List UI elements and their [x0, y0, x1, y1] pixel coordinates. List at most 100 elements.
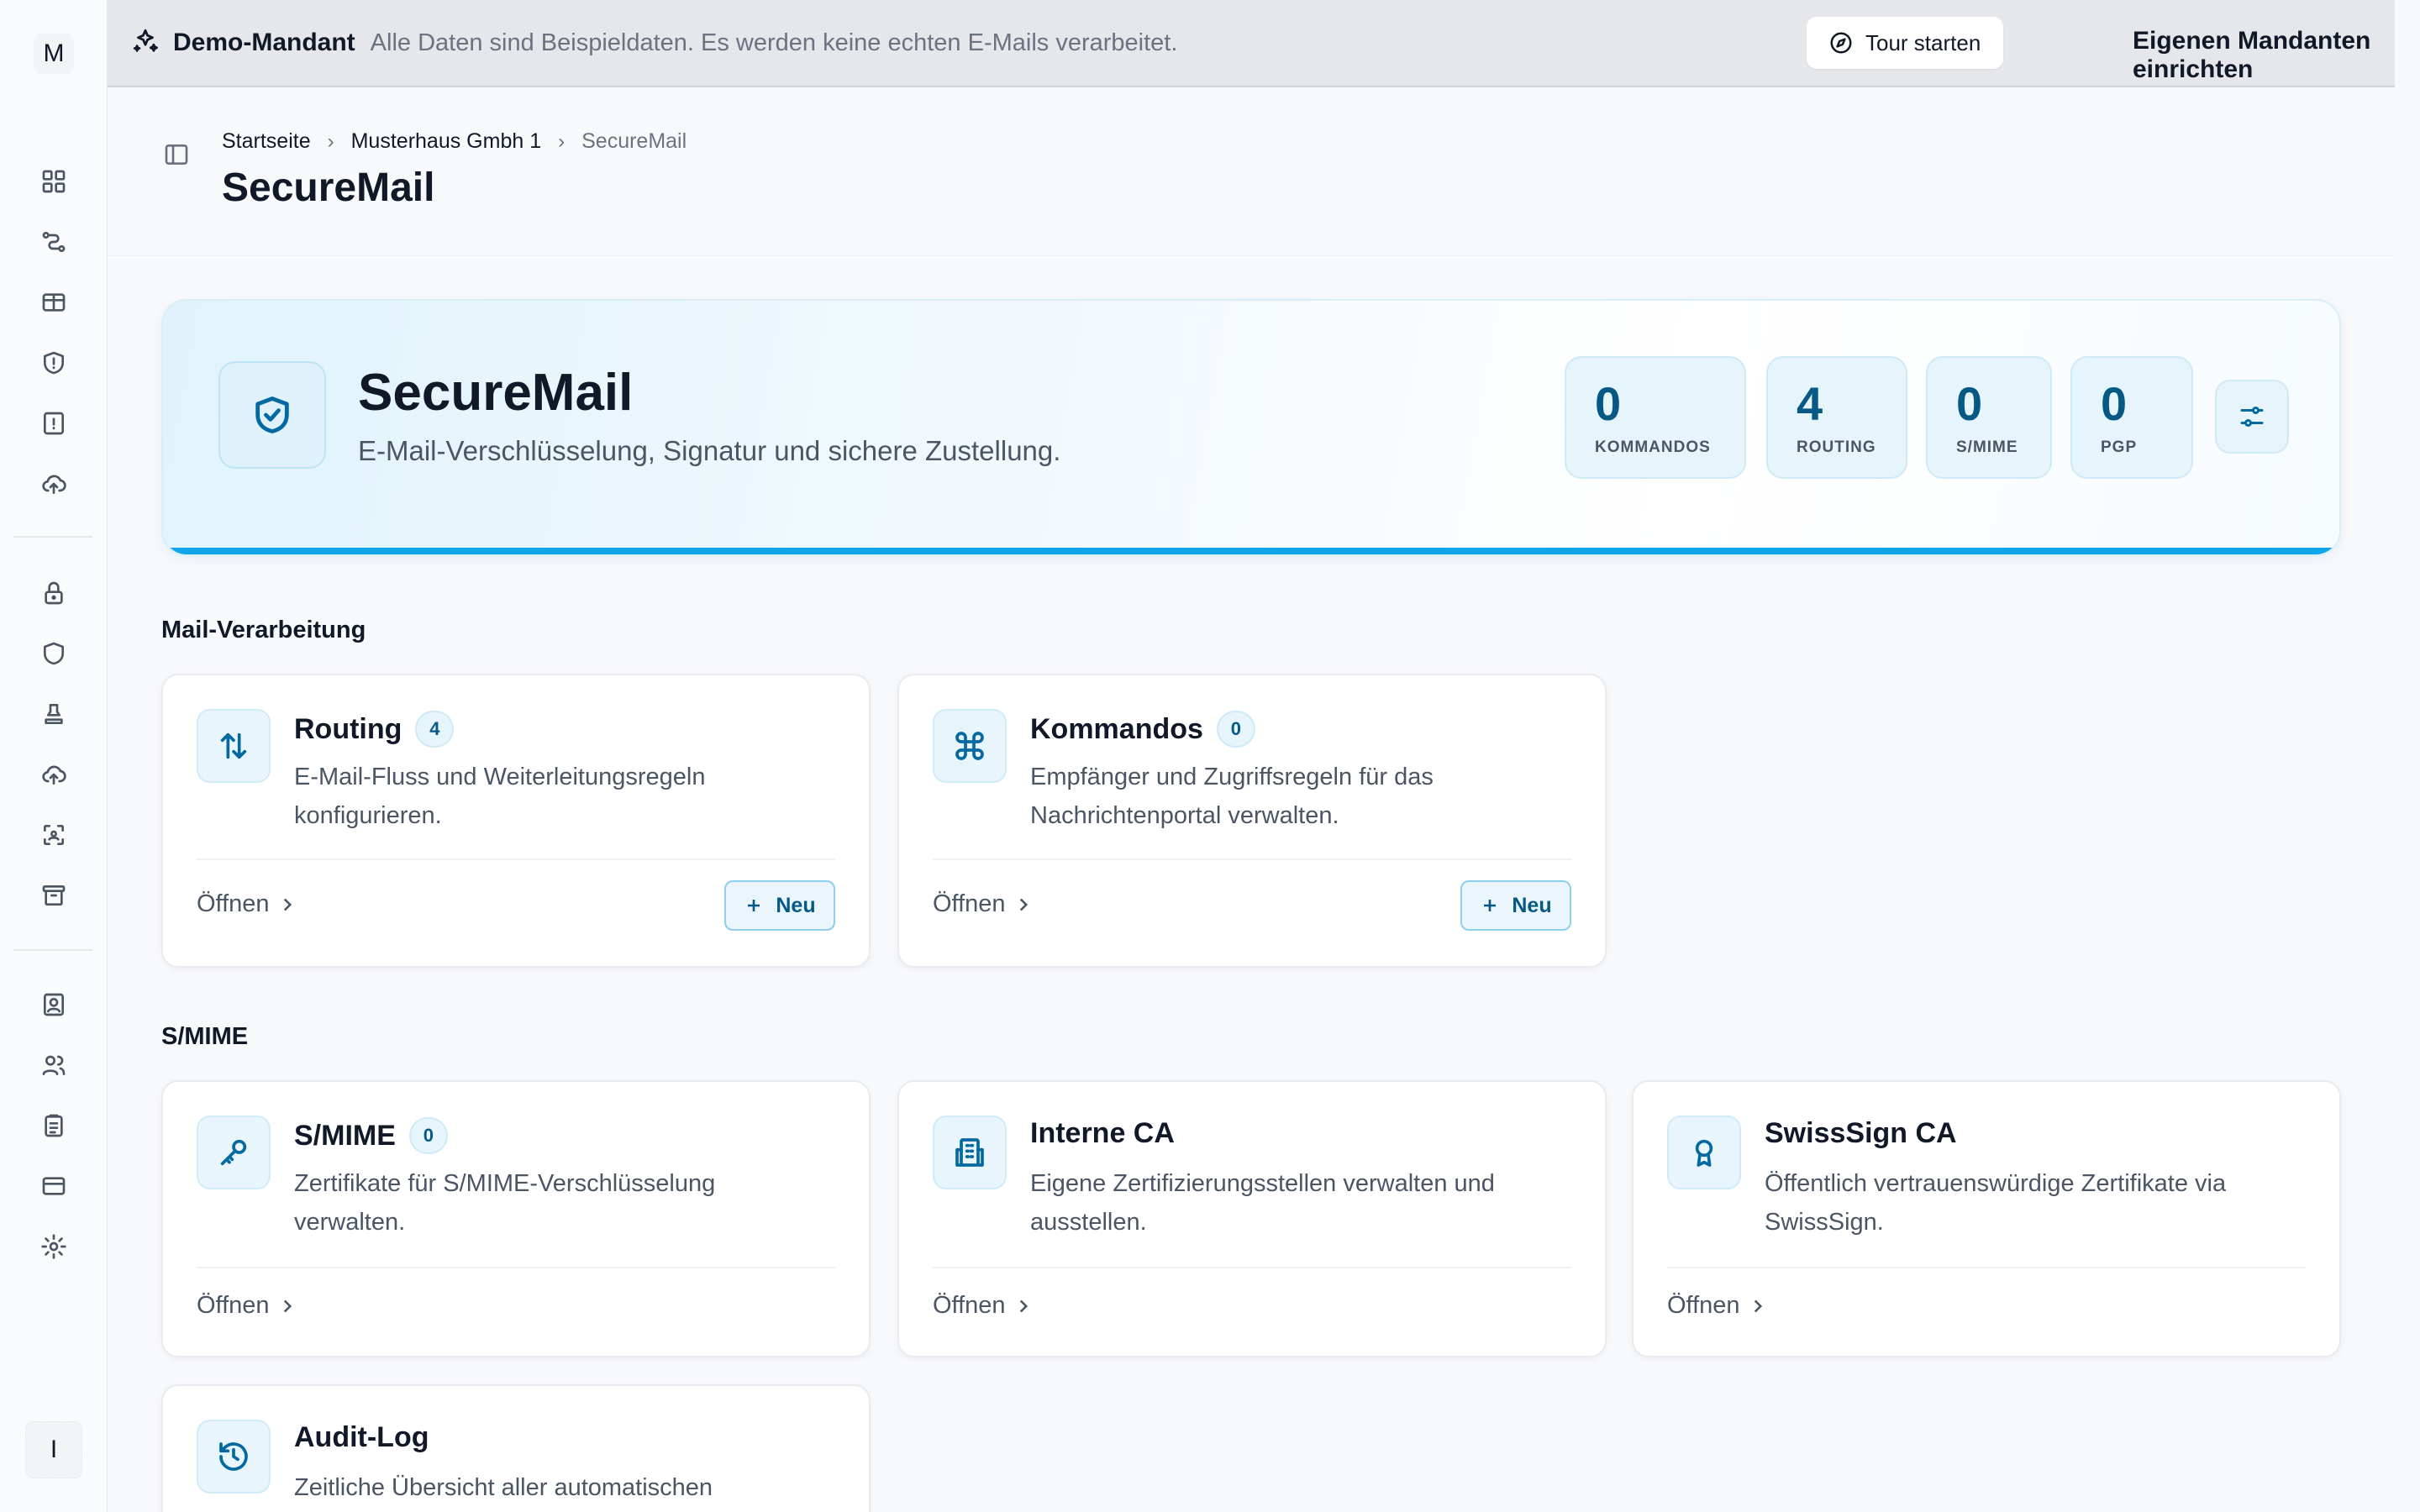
count-badge: 4	[415, 711, 455, 748]
section-title-smime: S/MIME	[161, 1023, 249, 1050]
cloud-sync-icon[interactable]	[37, 758, 71, 791]
stat-value: 0	[2101, 377, 2128, 430]
alert-file-icon[interactable]	[37, 407, 71, 440]
card-title: Routing 4	[294, 711, 455, 748]
open-link[interactable]: Öffnen	[933, 1292, 1034, 1320]
contact-card-icon[interactable]	[37, 988, 71, 1021]
card-description: E-Mail-Fluss und Weiterleitungsregeln ko…	[294, 764, 706, 829]
plus-icon	[1484, 900, 1497, 911]
tenant-logo[interactable]: M	[34, 34, 74, 74]
tour-start-button[interactable]: Tour starten	[1807, 17, 2003, 69]
card-title: S/MIME 0	[294, 1117, 448, 1154]
scan-icon[interactable]	[37, 818, 71, 852]
new-label: Neu	[776, 893, 816, 917]
stat-routing: 4 ROUTING	[1766, 356, 1907, 479]
stat-smime: 0 S/MIME	[1926, 356, 2052, 479]
compass-icon	[1830, 32, 1852, 54]
nav-divider	[13, 536, 92, 538]
stat-pgp: 0 PGP	[2070, 356, 2193, 479]
ticket-icon[interactable]	[37, 286, 71, 319]
stat-label: ROUTING	[1797, 438, 1876, 456]
internal-ca-card[interactable]: Interne CA Eigene Zertifizierungsstellen…	[897, 1080, 1607, 1357]
routing-card[interactable]: Routing 4 E-Mail-Fluss und Weiterleitung…	[161, 674, 871, 968]
card-divider	[197, 858, 835, 860]
filter-settings-icon[interactable]	[2215, 380, 2289, 454]
new-label: Neu	[1512, 893, 1552, 917]
card-title: SwissSign CA	[1765, 1117, 1957, 1150]
hero-accent-bar	[163, 548, 2339, 554]
user-avatar[interactable]: I	[25, 1421, 82, 1478]
archive-icon[interactable]	[37, 879, 71, 912]
count-badge: 0	[408, 1117, 448, 1154]
card-description: Empfänger und Zugriffsregeln für das Nac…	[1030, 764, 1434, 829]
open-label: Öffnen	[197, 890, 270, 917]
users-icon[interactable]	[37, 1048, 71, 1082]
credit-card-icon[interactable]	[37, 1169, 71, 1203]
own-tenant-link[interactable]: Eigenen Mandanten einrichten	[2133, 27, 2395, 84]
new-button[interactable]: Neu	[724, 880, 835, 931]
breadcrumb-current: SecureMail	[581, 129, 687, 153]
swisssign-ca-card[interactable]: SwissSign CA Öffentlich vertrauenswürdig…	[1632, 1080, 2341, 1357]
card-title: Interne CA	[1030, 1117, 1175, 1150]
count-badge: 0	[1216, 711, 1255, 748]
settings-icon[interactable]	[37, 1230, 71, 1263]
key-icon	[197, 1116, 271, 1189]
card-divider	[1667, 1267, 2306, 1268]
stamp-icon[interactable]	[37, 697, 71, 731]
shield-alert-icon[interactable]	[37, 346, 71, 380]
workflow-icon[interactable]	[37, 225, 71, 259]
open-link[interactable]: Öffnen	[197, 1292, 298, 1320]
sparkles-icon	[131, 27, 160, 60]
stat-label: S/MIME	[1956, 438, 2018, 456]
tour-start-label: Tour starten	[1865, 29, 1981, 55]
arrows-up-down-icon	[197, 709, 271, 783]
stat-kommandos: 0 KOMMANDOS	[1565, 356, 1746, 479]
lock-icon[interactable]	[37, 576, 71, 610]
card-divider	[933, 1267, 1571, 1268]
stat-label: KOMMANDOS	[1595, 438, 1711, 456]
open-link[interactable]: Öffnen	[197, 890, 298, 918]
cloud-upload-icon[interactable]	[37, 467, 71, 501]
open-link[interactable]: Öffnen	[933, 890, 1034, 918]
sidebar-toggle-icon[interactable]	[163, 141, 193, 171]
dashboard-icon[interactable]	[37, 165, 71, 198]
chevron-right-icon: ›	[327, 129, 334, 153]
chevron-right-icon	[1754, 1299, 1762, 1312]
stat-value: 4	[1797, 377, 1823, 430]
clipboard-icon[interactable]	[37, 1109, 71, 1142]
new-button[interactable]: Neu	[1460, 880, 1571, 931]
banner-text: Alle Daten sind Beispieldaten. Es werden…	[370, 29, 1178, 56]
stat-value: 0	[1956, 377, 1983, 430]
open-label: Öffnen	[933, 1292, 1006, 1319]
hero-card: SecureMail E-Mail-Verschlüsselung, Signa…	[161, 299, 2341, 556]
stat-value: 0	[1595, 377, 1622, 430]
open-label: Öffnen	[933, 890, 1006, 917]
card-title-text: Interne CA	[1030, 1117, 1175, 1149]
section-title-mail-processing: Mail-Verarbeitung	[161, 617, 366, 643]
card-title-text: Audit-Log	[294, 1421, 429, 1453]
audit-log-card[interactable]: Audit-Log Zeitliche Übersicht aller auto…	[161, 1384, 871, 1512]
breadcrumb-tenant[interactable]: Musterhaus Gmbh 1	[351, 129, 542, 154]
building-icon	[933, 1116, 1007, 1189]
breadcrumb-home[interactable]: Startseite	[222, 129, 311, 154]
hero-subtitle: E-Mail-Verschlüsselung, Signatur und sic…	[358, 435, 1061, 466]
card-title: Kommandos 0	[1030, 711, 1255, 748]
banner-title: Demo-Mandant	[173, 29, 355, 56]
chevron-right-icon	[283, 898, 292, 911]
open-link[interactable]: Öffnen	[1667, 1292, 1769, 1320]
open-label: Öffnen	[197, 1292, 270, 1319]
kommandos-card[interactable]: Kommandos 0 Empfänger und Zugriffsregeln…	[897, 674, 1607, 968]
card-description: Zertifikate für S/MIME-Verschlüsselung v…	[294, 1170, 716, 1236]
smime-card[interactable]: S/MIME 0 Zertifikate für S/MIME-Verschlü…	[161, 1080, 871, 1357]
card-divider	[197, 1267, 835, 1268]
card-title-text: Kommandos	[1030, 712, 1203, 745]
chevron-right-icon: ›	[558, 129, 566, 153]
shield-icon[interactable]	[37, 637, 71, 670]
card-title-text: Routing	[294, 712, 402, 745]
stat-label: PGP	[2101, 438, 2138, 456]
shield-check-icon	[218, 361, 326, 469]
nav-divider	[13, 949, 92, 951]
history-icon	[197, 1420, 271, 1494]
breadcrumb: Startseite › Musterhaus Gmbh 1 › SecureM…	[222, 129, 687, 154]
card-description: Zeitliche Übersicht aller automatischen	[294, 1474, 713, 1501]
